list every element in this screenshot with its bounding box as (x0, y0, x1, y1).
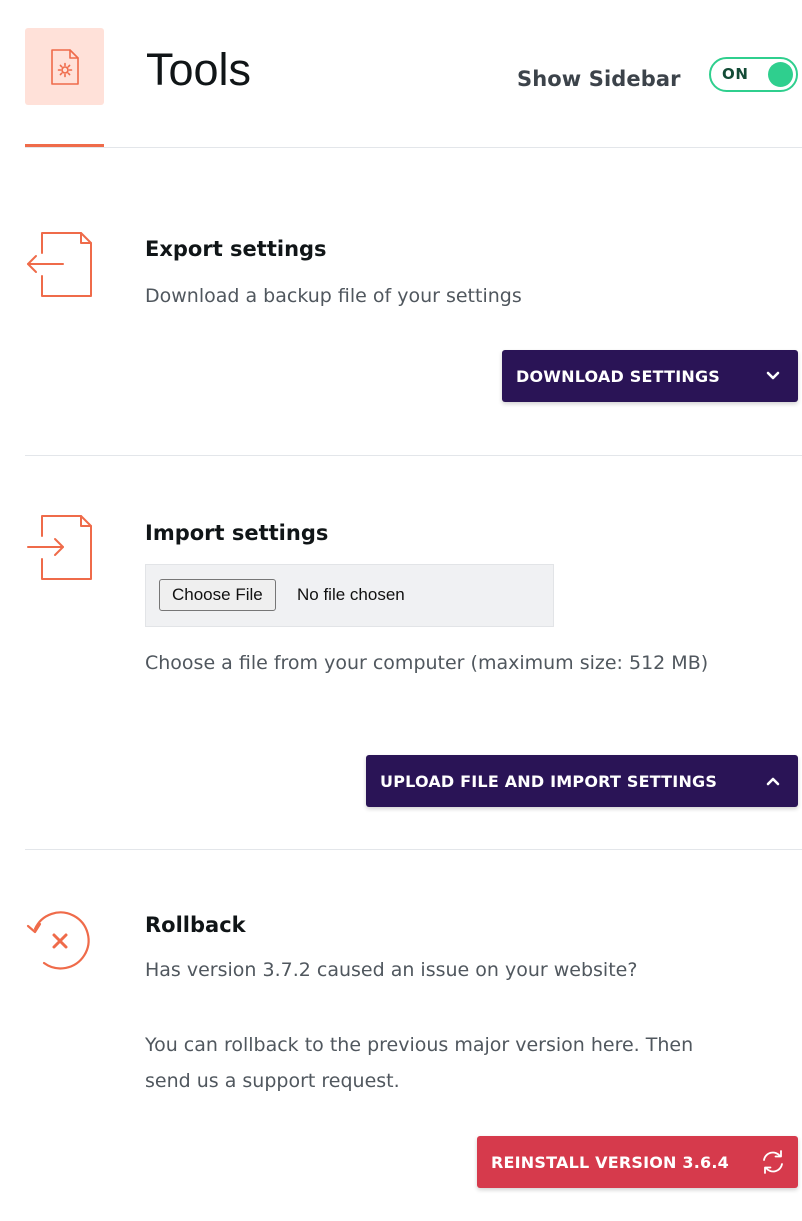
toggle-knob (768, 62, 793, 87)
header-divider (25, 147, 802, 148)
toggle-state-label: ON (722, 65, 749, 83)
export-title: Export settings (145, 237, 327, 261)
import-title: Import settings (145, 521, 329, 545)
rollback-instructions: You can rollback to the previous major v… (145, 1034, 694, 1092)
rollback-icon (26, 911, 90, 970)
import-description: Choose a file from your computer (maximu… (145, 652, 709, 674)
tools-header: Tools Show Sidebar ON (0, 0, 802, 148)
refresh-icon (748, 1136, 798, 1188)
choose-file-button[interactable]: Choose File (159, 579, 276, 611)
upload-import-label: UPLOAD FILE AND IMPORT SETTINGS (380, 771, 718, 791)
gear-document-icon (50, 48, 79, 85)
download-settings-button[interactable]: DOWNLOAD SETTINGS (502, 350, 798, 402)
reinstall-version-button[interactable]: REINSTALL VERSION 3.6.4 (477, 1136, 798, 1188)
upload-import-button[interactable]: UPLOAD FILE AND IMPORT SETTINGS (366, 755, 798, 807)
export-description: Download a backup file of your settings (145, 285, 522, 307)
show-sidebar-toggle[interactable]: ON (709, 57, 798, 92)
chevron-up-icon (748, 755, 798, 807)
import-file-icon (27, 515, 92, 580)
file-input-box: Choose File No file chosen (145, 564, 554, 627)
file-status-text: No file chosen (297, 585, 405, 604)
tools-icon-tile (25, 28, 104, 105)
page-title: Tools (146, 44, 252, 95)
chevron-down-icon (748, 350, 798, 402)
download-settings-label: DOWNLOAD SETTINGS (516, 366, 721, 386)
rollback-question: Has version 3.7.2 caused an issue on you… (145, 959, 638, 981)
show-sidebar-label: Show Sidebar (517, 67, 681, 91)
section-divider (25, 849, 802, 850)
rollback-title: Rollback (145, 913, 246, 937)
section-divider (25, 455, 802, 456)
export-file-icon (27, 232, 92, 297)
reinstall-version-label: REINSTALL VERSION 3.6.4 (491, 1152, 729, 1172)
